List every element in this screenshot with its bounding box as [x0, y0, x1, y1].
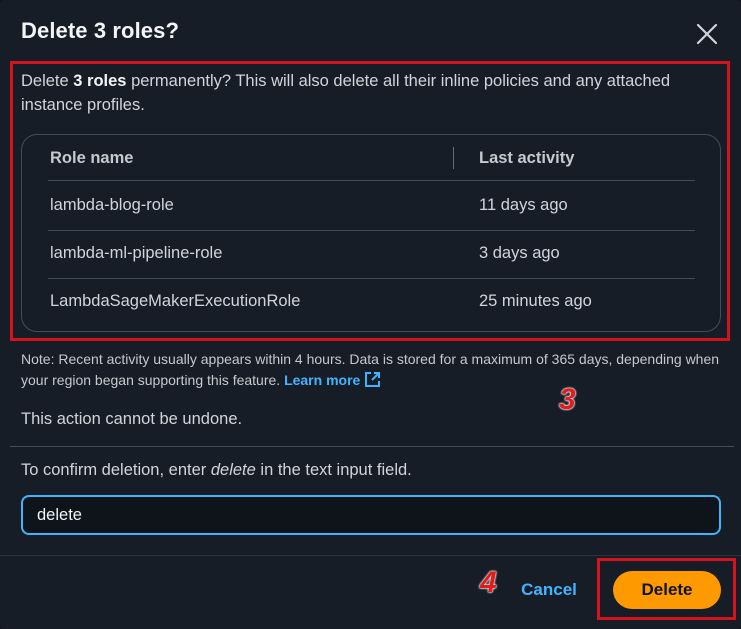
dialog-header: Delete 3 roles? [21, 18, 741, 48]
column-header-last-activity: Last activity [479, 149, 575, 167]
row-separator [48, 278, 695, 279]
dialog-title: Delete 3 roles? [21, 18, 180, 43]
annotation-number: 4 [480, 566, 497, 599]
external-link-icon[interactable] [364, 371, 381, 394]
table-row-activity: 3 days ago [479, 244, 560, 262]
delete-button[interactable]: Delete [613, 571, 721, 609]
header-separator [48, 180, 695, 181]
intro-text: Delete 3 roles permanently? This will al… [21, 72, 671, 114]
table-row-activity: 11 days ago [479, 196, 568, 214]
activity-note: Note: Recent activity usually appears wi… [21, 349, 721, 394]
table-row-activity: 25 minutes ago [479, 292, 592, 310]
column-divider [453, 147, 454, 169]
column-header-role-name: Role name [50, 149, 134, 167]
undo-warning: This action cannot be undone. [21, 410, 243, 428]
annotation-number: 3 [559, 383, 576, 416]
row-separator [48, 230, 695, 231]
confirm-keyword: delete [210, 461, 256, 479]
table-row-role: lambda-ml-pipeline-role [50, 244, 223, 262]
roles-table: Role name Last activity lambda-blog-role… [21, 134, 721, 332]
confirm-label: To confirm deletion, enter delete in the… [21, 461, 412, 479]
delete-roles-dialog: Delete 3 roles? Delete 3 roles permanent… [0, 0, 741, 629]
footer-separator [0, 555, 741, 556]
section-divider [10, 446, 734, 447]
table-row-role: LambdaSageMakerExecutionRole [50, 292, 301, 310]
confirm-delete-input[interactable] [21, 495, 721, 535]
table-row-role: lambda-blog-role [50, 196, 174, 214]
close-icon[interactable] [695, 22, 719, 46]
cancel-button[interactable]: Cancel [512, 578, 586, 602]
learn-more-link[interactable]: Learn more [284, 372, 360, 388]
roles-count: 3 roles [73, 72, 127, 90]
